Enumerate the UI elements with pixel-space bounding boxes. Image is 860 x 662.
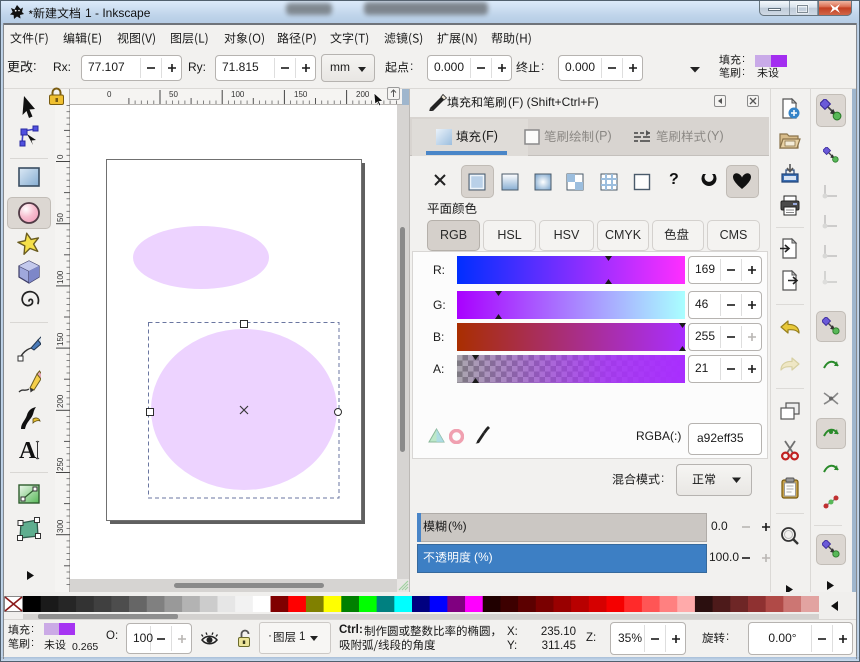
svg-text:100: 100 [56,270,65,284]
svg-text:300: 300 [56,519,65,533]
svg-text:50: 50 [169,90,178,99]
svg-text:150: 150 [56,332,65,346]
svg-text:50: 50 [56,213,65,222]
svg-text:150: 150 [294,90,308,99]
svg-text:0: 0 [56,154,65,159]
svg-text:200: 200 [56,394,65,408]
svg-text:200: 200 [356,90,370,99]
svg-text:A: A [19,438,37,462]
svg-text:100: 100 [231,90,245,99]
svg-text:250: 250 [56,457,65,471]
svg-text:0: 0 [107,90,112,99]
